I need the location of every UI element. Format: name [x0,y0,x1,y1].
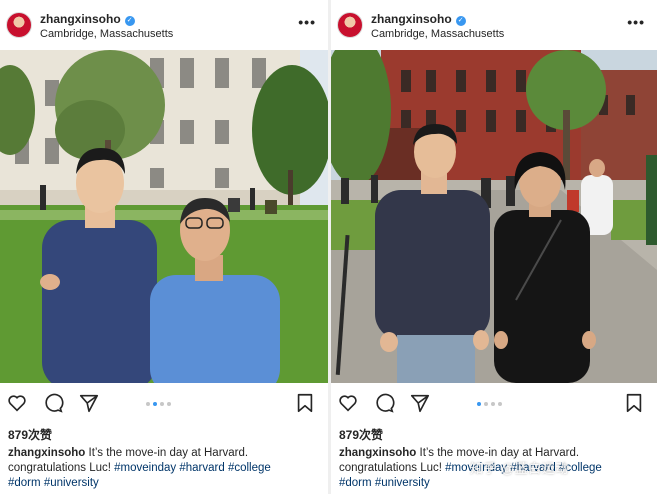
post-header: zhangxinsoho ✓ Cambridge, Massachusetts •… [0,0,328,50]
caption-username[interactable]: zhangxinsoho [8,447,85,459]
comment-icon[interactable] [42,392,64,414]
watermark: 知乎 @蓝白运动 [470,461,569,476]
carousel-dot [167,402,171,406]
carousel-dot-active [153,402,157,406]
like-count[interactable]: 879次赞 [339,426,383,443]
carousel-dots [477,402,502,406]
bookmark-icon[interactable] [623,392,645,414]
hashtag-link[interactable]: #moveinday [114,462,176,474]
action-bar [0,388,328,418]
post-photo[interactable] [0,50,328,383]
hashtag-link[interactable]: #dorm [339,477,372,489]
hashtag-link[interactable]: #college [228,462,271,474]
carousel-dots [146,402,171,406]
share-icon[interactable] [78,392,100,414]
post-left: zhangxinsoho ✓ Cambridge, Massachusetts •… [0,0,328,494]
carousel-dot [160,402,164,406]
username[interactable]: zhangxinsoho ✓ [40,12,135,26]
caption-text: It’s the move-in day at Harvard. [88,447,249,459]
location[interactable]: Cambridge, Massachusetts [40,28,173,40]
carousel-dot [498,402,502,406]
post-header: zhangxinsoho ✓ Cambridge, Massachusetts •… [331,0,657,50]
heart-icon[interactable] [337,392,359,414]
caption-username[interactable]: zhangxinsoho [339,447,416,459]
hashtag-link[interactable]: #university [44,477,99,489]
bookmark-icon[interactable] [294,392,316,414]
more-dots-icon[interactable]: ••• [298,14,316,30]
carousel-dot [146,402,150,406]
avatar[interactable] [337,12,363,38]
post-right: zhangxinsoho ✓ Cambridge, Massachusetts •… [331,0,657,494]
verified-badge-icon: ✓ [455,16,466,26]
username[interactable]: zhangxinsoho ✓ [371,12,466,26]
share-icon[interactable] [409,392,431,414]
like-count[interactable]: 879次赞 [8,426,52,443]
comment-icon[interactable] [373,392,395,414]
caption-text: congratulations Luc! [8,462,111,474]
more-dots-icon[interactable]: ••• [627,14,645,30]
heart-icon[interactable] [6,392,28,414]
hashtag-link[interactable]: #dorm [8,477,41,489]
carousel-dot [491,402,495,406]
avatar[interactable] [6,12,32,38]
caption: zhangxinsoho It’s the move-in day at Har… [8,446,326,491]
action-bar [331,388,657,418]
caption-text: congratulations Luc! [339,462,442,474]
carousel-dot-active [477,402,481,406]
verified-badge-icon: ✓ [124,16,135,26]
hashtag-link[interactable]: #harvard [179,462,224,474]
post-photo[interactable] [331,50,657,383]
hashtag-link[interactable]: #university [375,477,430,489]
location[interactable]: Cambridge, Massachusetts [371,28,504,40]
carousel-dot [484,402,488,406]
